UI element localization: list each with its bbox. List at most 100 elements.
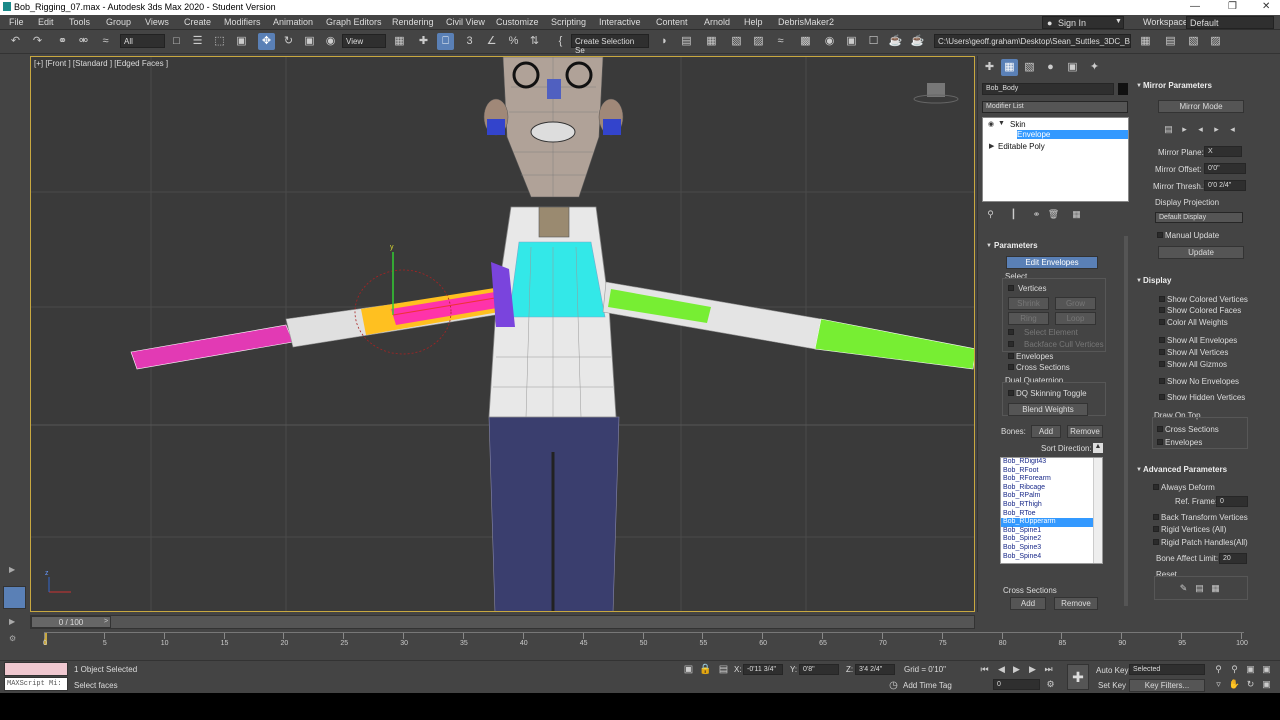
select-by-name-icon[interactable]: ☰ xyxy=(189,33,206,50)
edit-envelopes-button[interactable]: Edit Envelopes xyxy=(1006,256,1098,269)
maximize-icon[interactable]: ❐ xyxy=(1228,1,1237,12)
render-iterative-icon[interactable]: ☕ xyxy=(909,33,926,50)
show-all-envelopes-checkbox[interactable] xyxy=(1159,337,1165,343)
bone-list-item[interactable]: Bob_RDigit43 xyxy=(1001,458,1102,467)
align-icon[interactable]: ▤ xyxy=(678,33,695,50)
timeline-collapse-icon[interactable]: ▶ xyxy=(9,617,15,626)
curve-editor-icon[interactable]: ≈ xyxy=(772,33,789,50)
menu-animation[interactable]: Animation xyxy=(273,17,313,27)
backface-cull-checkbox[interactable] xyxy=(1008,341,1014,347)
object-name-field[interactable]: Bob_Body xyxy=(982,83,1114,95)
bone-list-scrollbar[interactable] xyxy=(1093,458,1102,563)
ring-button[interactable]: Ring xyxy=(1008,312,1049,325)
menu-file[interactable]: File xyxy=(9,17,24,27)
menu-graph-editors[interactable]: Graph Editors xyxy=(326,17,382,27)
draw-cross-sections-checkbox[interactable] xyxy=(1157,426,1163,432)
select-and-place-icon[interactable]: ◉ xyxy=(322,33,339,50)
track-bar-toggle-icon[interactable]: ⚙ xyxy=(9,634,16,643)
color-all-weights-checkbox[interactable] xyxy=(1159,319,1165,325)
viewport-scene[interactable]: y z xyxy=(31,57,975,612)
configure-sets-icon[interactable]: ▦ xyxy=(1068,206,1085,223)
show-colored-vertices-checkbox[interactable] xyxy=(1159,296,1165,302)
display-rollout-collapse-icon[interactable]: ▼ xyxy=(1136,278,1142,284)
scene-state-icon[interactable]: ▤ xyxy=(1162,33,1179,50)
utilities-tab-icon[interactable]: ✦ xyxy=(1086,59,1103,76)
show-all-gizmos-checkbox[interactable] xyxy=(1159,361,1165,367)
time-slider-thumb[interactable]: 0 / 100 xyxy=(31,616,111,628)
dq-toggle-checkbox[interactable] xyxy=(1008,390,1014,396)
toggle-ribbon-icon[interactable]: ▨ xyxy=(750,33,767,50)
create-tab-icon[interactable]: ✚ xyxy=(981,59,998,76)
draw-envelopes-checkbox[interactable] xyxy=(1157,439,1163,445)
modifier-list-dropdown[interactable]: Modifier List xyxy=(982,101,1128,113)
bone-list-item[interactable]: Bob_Spine4 xyxy=(1001,553,1102,562)
pan-view-icon[interactable]: ✋ xyxy=(1226,676,1243,693)
bone-affect-limit-field[interactable]: 20 xyxy=(1219,553,1247,564)
display-projection-dropdown[interactable]: Default Display xyxy=(1155,212,1243,223)
bone-list-item-selected[interactable]: Bob_RUpperarm xyxy=(1001,518,1102,527)
time-tag-icon[interactable]: ◷ xyxy=(885,677,902,694)
select-element-checkbox[interactable] xyxy=(1008,329,1014,335)
mirror-paste-green-verts-icon[interactable]: ▸ xyxy=(1208,121,1225,138)
reset-vertices-icon[interactable]: ✎ xyxy=(1175,580,1192,597)
z-coordinate-field[interactable]: 3'4 2/4" xyxy=(855,664,895,675)
workspaces-dropdown[interactable]: Default xyxy=(1186,16,1274,29)
menu-scripting[interactable]: Scripting xyxy=(551,17,586,27)
bone-list-item[interactable]: Bob_RThigh xyxy=(1001,501,1102,510)
scene-explorer-icon[interactable]: ▦ xyxy=(703,33,720,50)
current-frame-field[interactable]: 0 xyxy=(993,679,1040,690)
mirror-offset-field[interactable]: 0'0" xyxy=(1204,163,1246,174)
minimize-icon[interactable]: — xyxy=(1190,1,1200,12)
menu-debrismaker2[interactable]: DebrisMaker2 xyxy=(778,17,834,27)
select-and-rotate-icon[interactable]: ↻ xyxy=(280,33,297,50)
cross-sections-remove-button[interactable]: Remove xyxy=(1054,597,1098,610)
show-colored-faces-checkbox[interactable] xyxy=(1159,307,1165,313)
play-icon[interactable]: ▶ xyxy=(1008,661,1025,678)
stack-item-skin[interactable]: Skin xyxy=(1010,120,1026,129)
y-coordinate-field[interactable]: 0'8" xyxy=(799,664,839,675)
mirror-paste-green-icon[interactable]: ▸ xyxy=(1176,121,1193,138)
make-unique-icon[interactable]: ⚭ xyxy=(1028,206,1045,223)
link-icon[interactable]: ⚭ xyxy=(54,33,71,50)
set-key-icon[interactable]: ✚ xyxy=(1067,664,1089,690)
x-coordinate-field[interactable]: -0'11 3/4" xyxy=(743,664,783,675)
menu-create[interactable]: Create xyxy=(184,17,211,27)
select-manipulate-icon[interactable]: ✚ xyxy=(415,33,432,50)
menu-edit[interactable]: Edit xyxy=(38,17,54,27)
close-icon[interactable]: ✕ xyxy=(1262,1,1270,12)
viewport-front[interactable]: [+] [Front ] [Standard ] [Edged Faces ] xyxy=(30,56,975,612)
menu-interactive[interactable]: Interactive xyxy=(599,17,641,27)
vertices-checkbox[interactable] xyxy=(1008,285,1014,291)
stack-item-editable-poly[interactable]: Editable Poly xyxy=(998,142,1045,151)
rectangular-selection-icon[interactable]: ⬚ xyxy=(211,33,228,50)
rendered-frame-window-icon[interactable]: ☐ xyxy=(865,33,882,50)
back-transform-checkbox[interactable] xyxy=(1153,514,1159,520)
eye-icon[interactable]: ◉ xyxy=(988,120,994,128)
bone-list-item[interactable]: Bob_Ribcage xyxy=(1001,484,1102,493)
add-time-tag[interactable]: Add Time Tag xyxy=(903,681,952,690)
unlink-icon[interactable]: ⚮ xyxy=(75,33,92,50)
expand-icon[interactable]: ▶ xyxy=(989,142,994,150)
field-of-view-icon[interactable]: ▿ xyxy=(1210,676,1227,693)
render-production-icon[interactable]: ☕ xyxy=(887,33,904,50)
cross-sections-add-button[interactable]: Add xyxy=(1010,597,1046,610)
bone-list-item[interactable]: Bob_RForearm xyxy=(1001,475,1102,484)
bone-list-item[interactable]: Bob_RToe xyxy=(1001,510,1102,519)
mirror-parameters-title[interactable]: Mirror Parameters xyxy=(1143,81,1212,90)
bone-list-item[interactable]: Bob_Spine3 xyxy=(1001,544,1102,553)
containers-icon[interactable]: ▧ xyxy=(1185,33,1202,50)
bone-list-item[interactable]: Bob_Spine1 xyxy=(1001,527,1102,536)
project-path-field[interactable]: C:\Users\geoff.graham\Desktop\Sean_Suttl… xyxy=(934,34,1131,48)
sort-direction-icon[interactable]: ▲ xyxy=(1093,443,1103,453)
menu-content[interactable]: Content xyxy=(656,17,688,27)
project-folder-icon[interactable]: ▦ xyxy=(1137,33,1154,50)
go-to-start-icon[interactable]: ⏮ xyxy=(976,661,993,678)
mirror-paste-icon[interactable]: ▤ xyxy=(1160,121,1177,138)
angle-snap-icon[interactable]: ∠ xyxy=(483,33,500,50)
mirror-rollout-collapse-icon[interactable]: ▼ xyxy=(1136,83,1142,89)
blend-weights-button[interactable]: Blend Weights xyxy=(1008,403,1088,416)
menu-customize[interactable]: Customize xyxy=(496,17,539,27)
advanced-rollout-collapse-icon[interactable]: ▼ xyxy=(1136,467,1142,473)
parameters-rollout-title[interactable]: Parameters xyxy=(994,241,1038,250)
advanced-parameters-title[interactable]: Advanced Parameters xyxy=(1143,465,1227,474)
